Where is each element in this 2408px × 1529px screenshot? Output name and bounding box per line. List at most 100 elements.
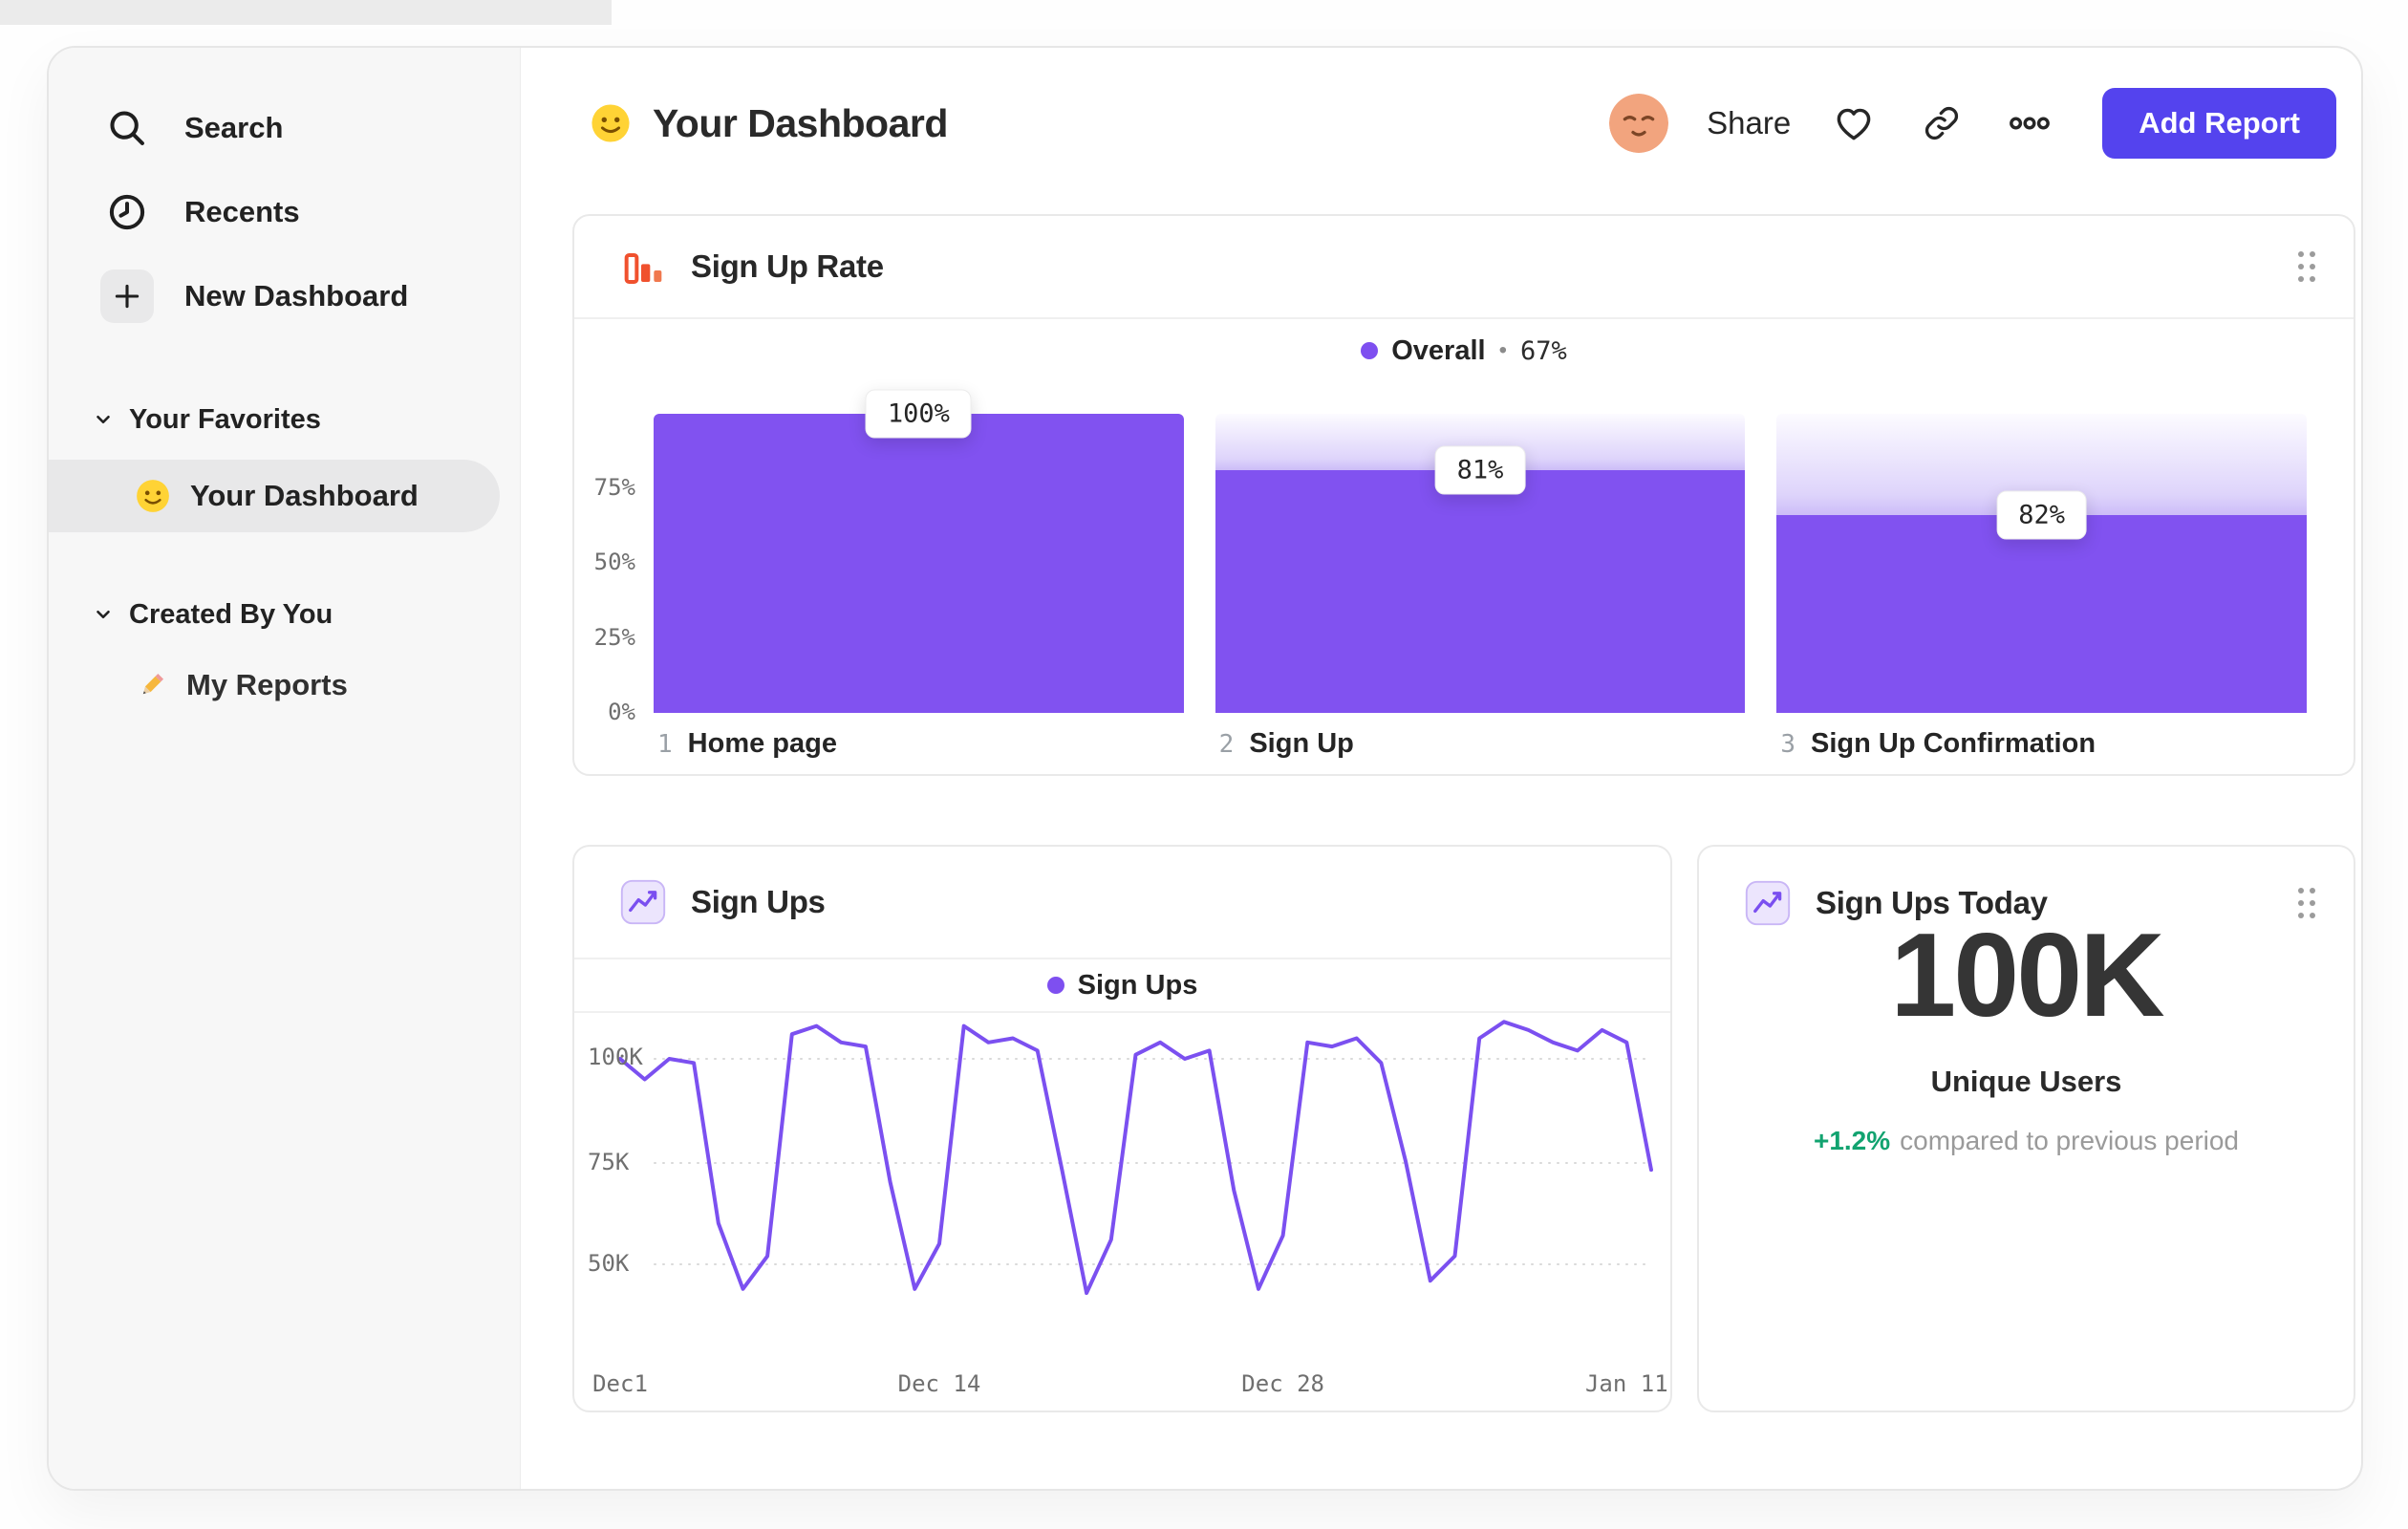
- created-section: Created By You My Reports: [49, 588, 520, 720]
- card-title: Sign Ups: [691, 884, 826, 919]
- sidebar-item-label: New Dashboard: [184, 279, 409, 312]
- card-header: Sign Ups Today: [1699, 847, 2354, 959]
- x-axis-label: Dec 14: [897, 1370, 981, 1397]
- sidebar-item-my-reports[interactable]: My Reports: [49, 651, 520, 720]
- sidebar-item-your-dashboard[interactable]: Your Dashboard: [49, 460, 500, 532]
- sidebar-item-label: My Reports: [186, 668, 348, 701]
- card-header: Sign Up Rate: [574, 216, 2354, 319]
- favorite-button[interactable]: [1829, 98, 1879, 148]
- funnel-step-label: 3 Sign Up Confirmation: [1780, 728, 2096, 760]
- funnel-bar-sign-up-confirmation[interactable]: 82% 3 Sign Up Confirmation: [1776, 414, 2308, 759]
- step-number: 1: [657, 730, 673, 759]
- plus-icon: [100, 269, 154, 323]
- drag-handle-icon[interactable]: [2294, 884, 2319, 922]
- signups-line-path: [618, 1020, 1653, 1296]
- step-name: Sign Up Confirmation: [1811, 728, 2096, 759]
- drag-handle-icon[interactable]: [2294, 248, 2319, 286]
- add-report-button[interactable]: Add Report: [2102, 88, 2336, 159]
- main-content: Your Dashboard Share Add Report Sign Up …: [521, 48, 2361, 1489]
- heart-icon: [1837, 108, 1871, 140]
- metric-label: Unique Users: [1930, 1065, 2122, 1098]
- card-header: Sign Ups: [574, 847, 1670, 959]
- step-number: 2: [1218, 730, 1235, 759]
- legend-dot: [1361, 342, 1379, 359]
- funnel-legend: Overall • 67%: [574, 319, 2354, 382]
- line-chart-icon: [620, 879, 666, 925]
- funnel-step-label: 2 Sign Up: [1219, 728, 1354, 760]
- line-chart-icon: [1745, 880, 1791, 926]
- funnel-bar-home-page[interactable]: 100% 1 Home page: [654, 389, 1184, 759]
- bar-chart-icon: [624, 253, 662, 284]
- search-icon: [100, 101, 154, 155]
- pencil-icon: [142, 673, 164, 695]
- legend-label: Sign Ups: [1077, 969, 1198, 1001]
- y-axis-label: 75%: [593, 474, 635, 501]
- header-actions: Share Add Report: [1609, 88, 2336, 159]
- step-number: 3: [1780, 730, 1795, 759]
- legend-dot: [1046, 977, 1064, 994]
- x-axis-label: Jan 11: [1584, 1370, 1668, 1397]
- page-title: Your Dashboard: [653, 100, 948, 145]
- card-title: Sign Ups Today: [1816, 885, 2048, 920]
- funnel-bar-fill: [654, 414, 1184, 713]
- chevron-down-icon: [97, 415, 110, 424]
- funnel-plot: 75% 50% 25% 0% 100% 1 Home page 81% 2 Si…: [574, 389, 2308, 759]
- sidebar-item-search[interactable]: Search: [49, 86, 520, 170]
- background-window-edge: [0, 0, 612, 25]
- line-legend: Sign Ups: [574, 959, 1670, 1013]
- legend-label: Overall: [1391, 334, 1486, 366]
- link-icon: [1925, 106, 1959, 140]
- funnel-bars: 100% 1 Home page 81% 2 Sign Up 82% 3 Sig…: [654, 389, 2308, 759]
- delta-note: compared to previous period: [1900, 1126, 2240, 1155]
- cards-row: Sign Ups Sign Ups 100K 75K 50K Dec1 Dec …: [572, 845, 2361, 1412]
- y-axis-label: 100K: [588, 1044, 643, 1070]
- legend-separator: •: [1498, 337, 1507, 363]
- step-name: Home page: [687, 728, 837, 759]
- created-section-header[interactable]: Created By You: [49, 588, 520, 641]
- sidebar-item-label: Search: [184, 111, 284, 144]
- favorites-section-header[interactable]: Your Favorites: [49, 393, 520, 446]
- y-axis-label: 75K: [588, 1149, 630, 1175]
- x-axis-label: Dec 28: [1241, 1370, 1324, 1397]
- section-header-label: Created By You: [129, 598, 333, 630]
- funnel-bar-fill: [1215, 470, 1746, 713]
- funnel-y-axis: 75% 50% 25% 0%: [582, 414, 635, 725]
- sidebar-item-label: Your Dashboard: [190, 479, 419, 512]
- chevron-down-icon: [97, 610, 110, 619]
- y-axis-label: 0%: [608, 699, 635, 725]
- avatar[interactable]: [1609, 94, 1669, 153]
- smiley-emoji-icon: [137, 480, 169, 512]
- signups-card: Sign Ups Sign Ups 100K 75K 50K Dec1 Dec …: [572, 845, 1672, 1412]
- delta-value: +1.2%: [1813, 1126, 1891, 1155]
- funnel-value-chip: 82%: [1996, 490, 2088, 540]
- sidebar-item-new-dashboard[interactable]: New Dashboard: [49, 254, 520, 338]
- legend-value: 67%: [1519, 335, 1567, 366]
- sidebar-item-label: Recents: [184, 195, 300, 228]
- app-window: Search Recents New Dashboard Your Favori…: [47, 46, 2363, 1491]
- funnel-bar-fill: [1776, 515, 2308, 713]
- signups-today-card: Sign Ups Today 100K Unique Users +1.2% co…: [1697, 845, 2355, 1412]
- sidebar-item-recents[interactable]: Recents: [49, 170, 520, 254]
- funnel-bar-sign-up[interactable]: 81% 2 Sign Up: [1215, 414, 1746, 759]
- card-title: Sign Up Rate: [691, 248, 884, 284]
- share-button[interactable]: Share: [1707, 105, 1791, 141]
- more-options-button[interactable]: [2005, 98, 2054, 148]
- x-axis-label: Dec1: [592, 1370, 648, 1397]
- section-header-label: Your Favorites: [129, 403, 321, 435]
- dashboard-header: Your Dashboard Share Add Report: [521, 48, 2361, 199]
- clock-icon: [100, 185, 154, 239]
- y-axis-label: 50%: [593, 549, 635, 575]
- y-axis-label: 25%: [593, 624, 635, 651]
- funnel-step-label: 1 Home page: [657, 728, 837, 760]
- step-name: Sign Up: [1249, 728, 1354, 759]
- ellipsis-icon: [2010, 117, 2051, 130]
- funnel-value-chip: 81%: [1434, 445, 1526, 495]
- metric-delta: +1.2% compared to previous period: [1699, 1126, 2354, 1156]
- favorites-section: Your Favorites Your Dashboard: [49, 393, 520, 532]
- funnel-value-chip: 100%: [865, 389, 972, 439]
- signup-rate-card: Sign Up Rate Overall • 67% 75% 50% 25% 0…: [572, 214, 2355, 776]
- sidebar: Search Recents New Dashboard Your Favori…: [49, 48, 521, 1489]
- dashboard-emoji-icon: [591, 104, 630, 142]
- copy-link-button[interactable]: [1917, 98, 1967, 148]
- y-axis-label: 50K: [588, 1250, 630, 1277]
